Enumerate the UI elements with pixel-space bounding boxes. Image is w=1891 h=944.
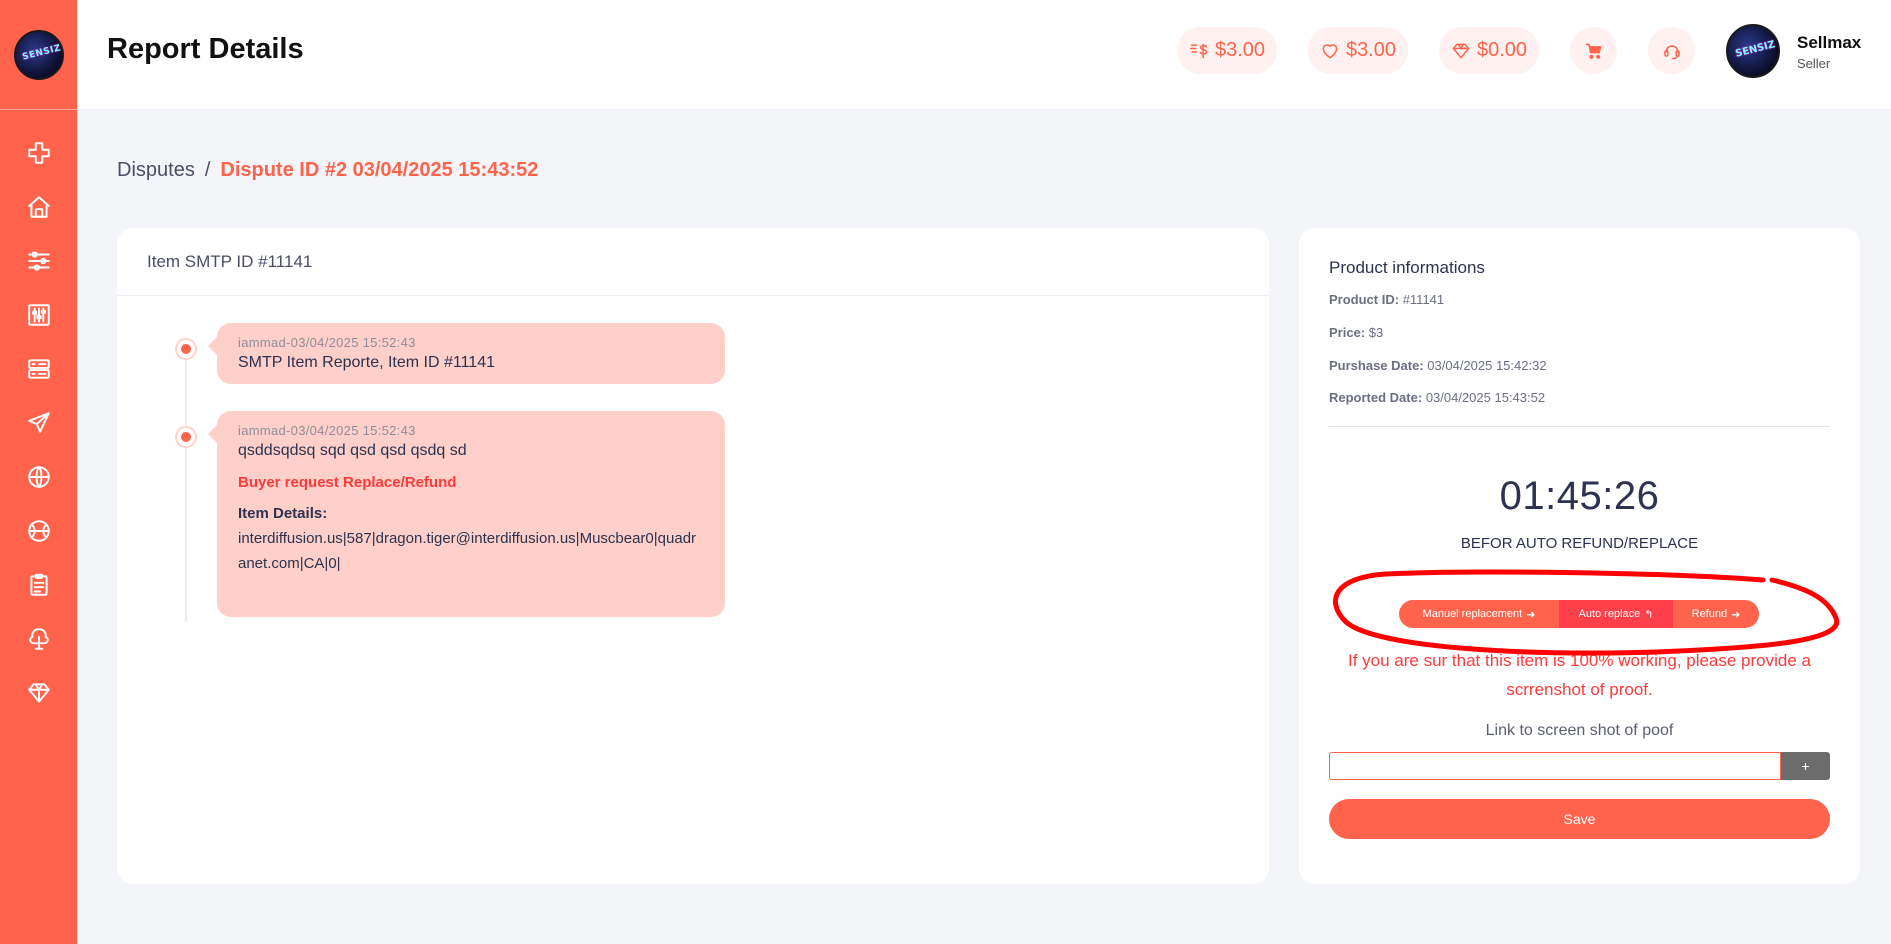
sidebar-item-filters[interactable] [0, 234, 77, 288]
user-role: Seller [1797, 56, 1831, 71]
globe-icon [27, 466, 50, 488]
item-details-label: Item Details: [238, 505, 328, 522]
purchase-date-value: 03/04/2025 15:42:32 [1427, 358, 1547, 373]
product-id-row: Product ID: #11141 [1329, 292, 1444, 307]
sidebar-item-reports[interactable] [0, 558, 77, 612]
product-info-title: Product informations [1329, 258, 1485, 277]
sidebar-item-tools[interactable] [0, 288, 77, 342]
sidebar-item-web[interactable] [0, 450, 77, 504]
save-button[interactable]: Save [1329, 799, 1830, 839]
breadcrumb-disputes-link[interactable]: Disputes [117, 159, 195, 182]
countdown-label: BEFOR AUTO REFUND/REPLACE [1460, 535, 1699, 552]
product-info-card: Product informations Product ID: #11141 … [1299, 228, 1860, 884]
balance-2-value: $3.00 [1345, 39, 1397, 61]
reported-date-value: 03/04/2025 15:43:52 [1425, 390, 1546, 405]
balance-1-value: $3.00 [1214, 39, 1266, 61]
ball-icon [27, 520, 50, 542]
logo-area: SENSIZ [0, 0, 77, 110]
message-text: SMTP Item Reporte, Item ID #11141 [238, 354, 495, 371]
timeline-dot [175, 338, 197, 360]
arrow-right-icon: ➜ [1526, 608, 1536, 621]
refund-button[interactable]: Refund ➜ [1673, 600, 1759, 628]
timeline-line [185, 350, 187, 622]
manual-replacement-button[interactable]: Manuel replacement ➜ [1399, 600, 1559, 628]
user-avatar[interactable]: SENSIZ [1726, 24, 1780, 78]
item-card-title: Item SMTP ID #11141 [117, 228, 1269, 296]
price-label: Price: [1329, 325, 1366, 340]
breadcrumb-separator: / [204, 159, 211, 181]
reported-date-row: Reported Date: 03/04/2025 15:43:52 [1329, 390, 1545, 405]
user-name: Sellmax [1797, 33, 1862, 52]
arrow-right-icon: ➜ [1731, 608, 1741, 621]
auto-replace-button[interactable]: Auto replace ↰ [1559, 600, 1673, 628]
breadcrumb: Disputes / Dispute ID #2 03/04/2025 15:4… [117, 159, 538, 182]
home-icon [27, 196, 50, 218]
balance-pill-fast[interactable]: $3.00 [1177, 27, 1277, 74]
sidebar-item-plus[interactable] [0, 126, 77, 180]
sidebar-item-send[interactable] [0, 396, 77, 450]
reply-arrow-icon: ↰ [1644, 608, 1654, 621]
product-id-value: #11141 [1402, 292, 1445, 307]
product-id-label: Product ID: [1329, 292, 1400, 307]
sidebar-item-sports[interactable] [0, 504, 77, 558]
clipboard-icon [29, 573, 48, 596]
diamond-icon [27, 683, 50, 703]
cart-button[interactable] [1570, 27, 1617, 74]
sidebar-nav [0, 110, 77, 720]
sidebar: SENSIZ [0, 0, 77, 944]
sidebar-item-premium[interactable] [0, 666, 77, 720]
money-fast-icon [1189, 43, 1208, 58]
server-icon [27, 359, 50, 379]
add-link-button[interactable]: + [1781, 752, 1830, 780]
price-value: $3 [1368, 325, 1384, 340]
message-meta: iammad-03/04/2025 15:52:43 [238, 335, 416, 350]
balance-pill-heart[interactable]: $3.00 [1308, 27, 1408, 74]
sidebar-item-home[interactable] [0, 180, 77, 234]
brand-logo[interactable]: SENSIZ [13, 29, 64, 80]
price-row: Price: $3 [1329, 325, 1383, 340]
support-button[interactable] [1648, 27, 1695, 74]
message-text: qsddsqdsq sqd qsd qsd qsdq sd [238, 442, 467, 459]
reported-date-label: Reported Date: [1329, 390, 1423, 405]
headset-icon [1663, 44, 1680, 59]
heart-icon [1322, 43, 1338, 58]
send-icon [27, 412, 50, 433]
item-dispute-card: Item SMTP ID #11141 iammad-03/04/2025 15… [117, 228, 1269, 884]
purchase-date-row: Purshase Date: 03/04/2025 15:42:32 [1329, 358, 1547, 373]
item-details-value: interdiffusion.us|587|dragon.tiger@inter… [238, 530, 697, 572]
plus-icon [27, 142, 50, 164]
proof-link-input[interactable] [1329, 752, 1781, 780]
breadcrumb-current: Dispute ID #2 03/04/2025 15:43:52 [220, 159, 539, 181]
purchase-date-label: Purshase Date: [1329, 358, 1424, 373]
timeline-dot [175, 426, 197, 448]
countdown-timer: 01:45:26 [1499, 474, 1660, 518]
proof-warning: If you are sur that this item is 100% wo… [1347, 651, 1811, 699]
dispute-action-group: Manuel replacement ➜ Auto replace ↰ Refund… [1399, 600, 1759, 628]
message-bubble: iammad-03/04/2025 15:52:43 SMTP Item Rep… [208, 323, 725, 384]
message-bubble: iammad-03/04/2025 15:52:43 qsddsqdsq sqd… [208, 411, 725, 617]
balance-pill-diamond[interactable]: $0.00 [1439, 27, 1539, 74]
sliders-icon [27, 251, 50, 271]
balance-3-value: $0.00 [1476, 39, 1528, 61]
proof-link-label: Link to screen shot of poof [1485, 722, 1674, 739]
cart-icon [1585, 43, 1601, 59]
sidebar-item-nature[interactable] [0, 612, 77, 666]
top-header: Report Details $3.00 $3.00 $0.00 SENSIZ … [77, 0, 1891, 110]
buyer-request-label: Buyer request Replace/Refund [238, 474, 457, 491]
sidebar-item-server[interactable] [0, 342, 77, 396]
message-meta: iammad-03/04/2025 15:52:43 [238, 423, 416, 438]
tree-icon [28, 628, 49, 650]
page-title: Report Details [107, 33, 304, 65]
diamond-icon [1452, 43, 1470, 58]
divider [1329, 426, 1830, 427]
equalizer-icon [27, 304, 50, 326]
